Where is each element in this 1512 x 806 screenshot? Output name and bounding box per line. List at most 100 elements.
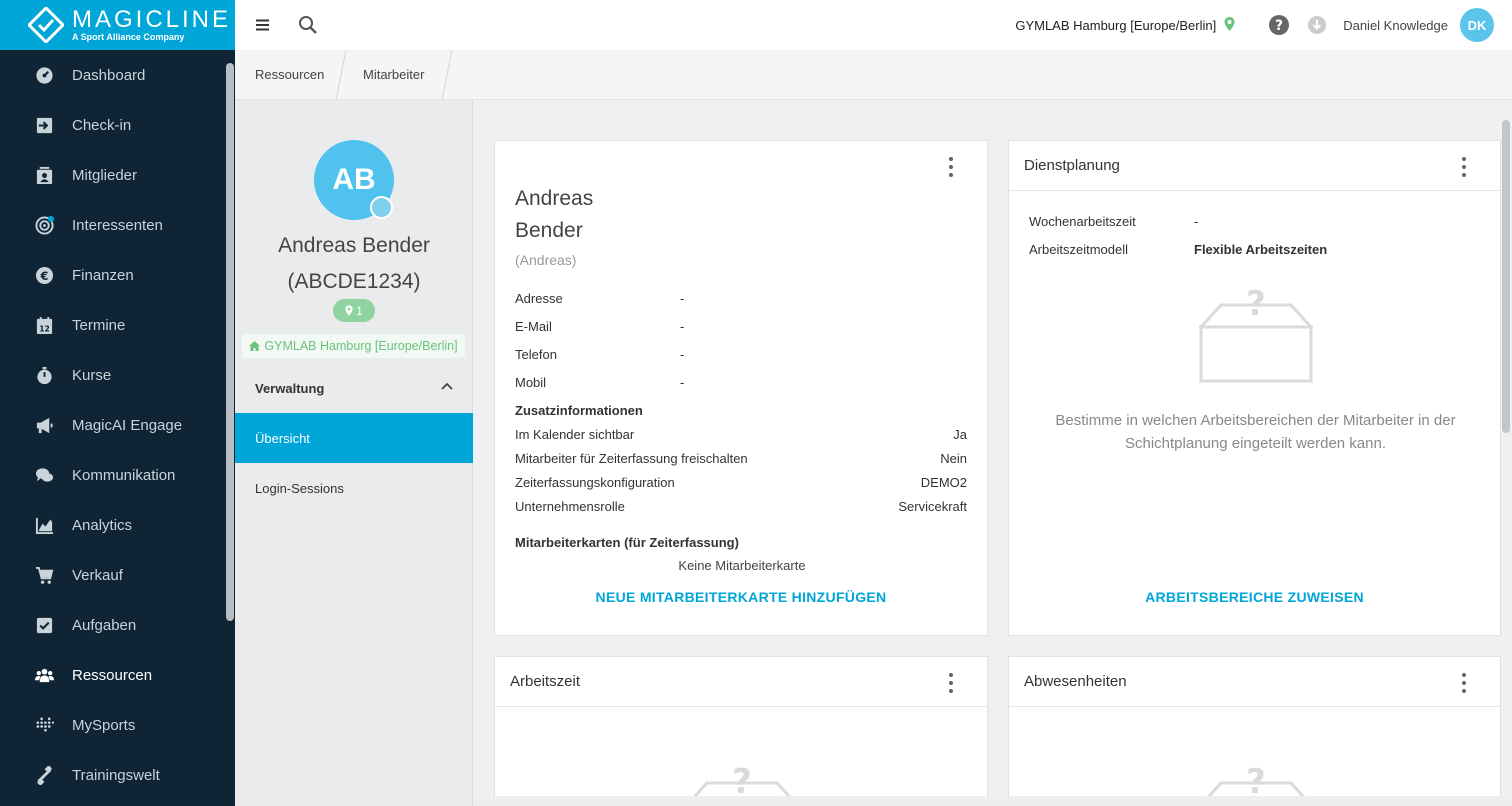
row-label: Im Kalender sichtbar bbox=[515, 427, 635, 442]
main-content: Andreas Bender (Andreas) Adresse - E-Mail… bbox=[474, 100, 1512, 796]
sidebar-item-label: Mitglieder bbox=[72, 166, 138, 184]
user-avatar[interactable]: DK bbox=[1460, 8, 1494, 42]
employee-name-block: Andreas Bender (ABCDE1234) bbox=[235, 228, 473, 300]
status-indicator bbox=[370, 196, 393, 219]
dashboard-icon bbox=[34, 65, 54, 85]
sidebar-item-analytics[interactable]: Analytics bbox=[0, 500, 235, 550]
svg-text:?: ? bbox=[1246, 765, 1266, 796]
card-title: Dienstplanung bbox=[1009, 141, 1500, 191]
topbar: GYMLAB Hamburg [Europe/Berlin] ? Daniel … bbox=[235, 0, 1512, 50]
breadcrumb-ressourcen[interactable]: Ressourcen bbox=[255, 50, 324, 100]
home-icon bbox=[249, 341, 261, 351]
sidebar-scrollbar[interactable] bbox=[226, 63, 234, 621]
extra-info-title: Zusatzinformationen bbox=[515, 403, 643, 418]
calendar-icon: 12 bbox=[34, 315, 54, 335]
contact-row: Mobil - bbox=[515, 375, 967, 390]
dumbbell-icon bbox=[34, 765, 54, 785]
add-employee-card-button[interactable]: NEUE MITARBEITERKARTE HINZUFÜGEN bbox=[495, 589, 987, 605]
sidebar-item-label: MagicAI Engage bbox=[72, 416, 183, 434]
brand-logo[interactable]: MAGICLINE A Sport Alliance Company bbox=[0, 0, 235, 50]
kebab-menu-icon[interactable] bbox=[943, 157, 959, 177]
magicline-logo-icon bbox=[26, 5, 66, 45]
no-cards-text: Keine Mitarbeiterkarte bbox=[678, 558, 806, 573]
sidebar-nav: Dashboard Check-in Mitglieder Interessen… bbox=[0, 50, 235, 800]
user-name[interactable]: Daniel Knowledge bbox=[1343, 18, 1448, 33]
sidebar-item-label: Kurse bbox=[72, 366, 112, 384]
sidebar-item-kurse[interactable]: Kurse bbox=[0, 350, 235, 400]
card-title: Abwesenheiten bbox=[1009, 657, 1500, 707]
sidebar-item-ressourcen[interactable]: Ressourcen bbox=[0, 650, 235, 700]
card-title: Arbeitszeit bbox=[495, 657, 987, 707]
sidebar-item-magicai-engage[interactable]: MagicAI Engage bbox=[0, 400, 235, 450]
row-value: Flexible Arbeitszeiten bbox=[1194, 242, 1328, 257]
sidebar-item-label: Termine bbox=[72, 316, 126, 334]
employee-last-name: Bender bbox=[515, 219, 583, 242]
breadcrumb: Ressourcen Mitarbeiter bbox=[235, 50, 1512, 100]
sidebar-item-kommunikation[interactable]: Kommunikation bbox=[0, 450, 235, 500]
row-value: - bbox=[680, 319, 685, 334]
row-label: Telefon bbox=[515, 347, 557, 362]
dots-grid-icon bbox=[34, 715, 54, 735]
euro-icon: € bbox=[34, 265, 54, 285]
sidebar-item-label: Analytics bbox=[72, 516, 133, 534]
row-label: Adresse bbox=[515, 291, 563, 306]
sidebar-item-label: Ressourcen bbox=[72, 666, 153, 684]
help-icon[interactable]: ? bbox=[1269, 15, 1290, 35]
kebab-menu-icon[interactable] bbox=[1456, 673, 1472, 693]
sidebar-item-mitglieder[interactable]: Mitglieder bbox=[0, 150, 235, 200]
sidebar-item-trainingswelt[interactable]: Trainingswelt bbox=[0, 750, 235, 800]
kebab-menu-icon[interactable] bbox=[943, 673, 959, 693]
contact-row: Adresse - bbox=[515, 291, 967, 306]
sidebar-item-label: Kommunikation bbox=[72, 466, 176, 484]
row-value: - bbox=[680, 375, 685, 390]
notification-dot bbox=[48, 216, 54, 222]
arbeitszeit-card: Arbeitszeit ? bbox=[494, 656, 988, 796]
section-verwaltung[interactable]: Verwaltung bbox=[235, 363, 473, 413]
row-label: Unternehmensrolle bbox=[515, 499, 625, 514]
sidebar-item-label: Check-in bbox=[72, 116, 132, 134]
people-icon bbox=[34, 665, 54, 685]
location-pin-icon bbox=[345, 305, 353, 316]
sidebar-item-label: MySports bbox=[72, 716, 136, 734]
cart-icon bbox=[34, 565, 54, 585]
svg-text:?: ? bbox=[1275, 18, 1283, 34]
brand-tagline: A Sport Alliance Company bbox=[72, 31, 185, 42]
empty-box-icon: ? bbox=[693, 765, 791, 796]
members-icon bbox=[34, 165, 54, 185]
sidebar-item-interessenten[interactable]: Interessenten bbox=[0, 200, 235, 250]
extra-row: Unternehmensrolle Servicekraft bbox=[515, 499, 967, 514]
abwesenheiten-card: Abwesenheiten ? bbox=[1008, 656, 1501, 796]
row-value: Ja bbox=[953, 427, 967, 442]
sidebar-item-label: Finanzen bbox=[72, 266, 134, 284]
tab-login-sessions[interactable]: Login-Sessions bbox=[235, 463, 473, 513]
studio-selector[interactable]: GYMLAB Hamburg [Europe/Berlin] bbox=[1015, 18, 1216, 33]
breadcrumb-mitarbeiter[interactable]: Mitarbeiter bbox=[363, 50, 424, 100]
search-icon[interactable] bbox=[298, 15, 318, 35]
row-value: - bbox=[680, 291, 685, 306]
sidebar-item-label: Interessenten bbox=[72, 216, 163, 234]
row-value: - bbox=[680, 347, 685, 362]
location-pin-icon bbox=[1224, 16, 1235, 34]
chat-icon bbox=[34, 465, 54, 485]
tab-uebersicht[interactable]: Übersicht bbox=[235, 413, 473, 463]
employee-cards-title: Mitarbeiterkarten (für Zeiterfassung) bbox=[515, 535, 739, 550]
breadcrumb-separator bbox=[335, 50, 347, 100]
sidebar-item-mysports[interactable]: MySports bbox=[0, 700, 235, 750]
schedule-row: Arbeitszeitmodell Flexible Arbeitszeiten bbox=[1029, 242, 1327, 257]
sidebar-item-termine[interactable]: 12 Termine bbox=[0, 300, 235, 350]
employee-name: Andreas Bender bbox=[278, 234, 430, 257]
kebab-menu-icon[interactable] bbox=[1456, 157, 1472, 177]
assign-work-areas-button[interactable]: ARBEITSBEREICHE ZUWEISEN bbox=[1009, 589, 1500, 605]
sidebar-item-aufgaben[interactable]: Aufgaben bbox=[0, 600, 235, 650]
sidebar-item-verkauf[interactable]: Verkauf bbox=[0, 550, 235, 600]
location-count-badge: 1 bbox=[333, 299, 375, 322]
sidebar-item-dashboard[interactable]: Dashboard bbox=[0, 50, 235, 100]
sidebar-item-check-in[interactable]: Check-in bbox=[0, 100, 235, 150]
sidebar-item-finanzen[interactable]: € Finanzen bbox=[0, 250, 235, 300]
hamburger-menu-icon[interactable] bbox=[253, 15, 273, 35]
content-scrollbar[interactable] bbox=[1502, 120, 1510, 433]
download-icon[interactable] bbox=[1307, 15, 1327, 35]
contact-row: Telefon - bbox=[515, 347, 967, 362]
section-title: Verwaltung bbox=[255, 380, 325, 396]
row-label: E-Mail bbox=[515, 319, 552, 334]
